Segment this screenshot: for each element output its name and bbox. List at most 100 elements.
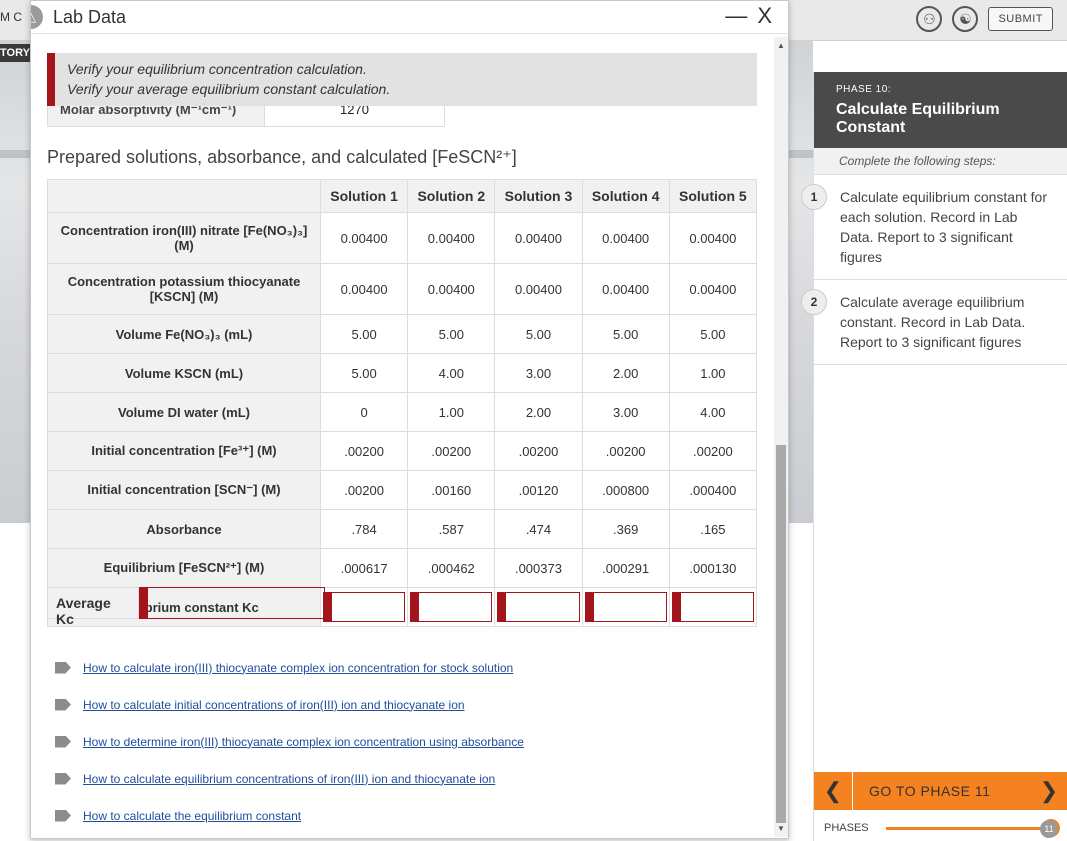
table-cell: .00200 [494,431,583,471]
phase-instructions: Complete the following steps: [814,148,1067,175]
step-item: 1 Calculate equilibrium constant for eac… [801,175,1067,280]
table-cell: .000800 [581,470,670,510]
table-cell: 1.00 [668,353,757,393]
table-cell: 0.00400 [581,263,670,315]
window-title: Lab Data [53,6,127,27]
column-header: Solution 5 [668,179,757,213]
table-cell: 0.00400 [319,263,409,315]
kc-input[interactable] [584,592,667,622]
table-row: Volume Fe(NO₃)₃ (mL) 5.00 5.00 5.00 5.00 5.00 [47,314,757,354]
table-row: Volume KSCN (mL) 5.00 4.00 3.00 2.00 1.00 [47,353,757,393]
lab-data-window: △ Lab Data — X ▲ ▼ Verify your equilibri… [30,0,789,839]
table-cell: .000617 [319,548,409,588]
help-link-item: How to calculate initial concentrations … [55,686,524,723]
alert-line: Verify your equilibrium concentration ca… [67,61,367,77]
step-text: Calculate equilibrium constant for each … [840,189,1047,265]
row-header: Equilibrium [FeSCN²⁺] (M) [47,548,321,588]
table-cell: 3.00 [494,353,583,393]
table-cell: 0.00400 [407,263,496,315]
help-link[interactable]: How to calculate initial concentrations … [83,698,465,712]
phases-progress-bar: 10 [886,818,1060,837]
column-header: Solution 2 [407,179,496,213]
tag-icon [55,698,71,711]
previous-phase-button[interactable]: ❮ [814,772,853,810]
table-cell: 5.00 [581,314,670,354]
kc-input-cell [668,587,757,627]
row-header: Initial concentration [SCN⁻] (M) [47,470,321,510]
average-kc-row: Average Kc [47,587,325,627]
next-phase-button[interactable]: ❯ [1030,772,1067,810]
table-cell: .00200 [319,470,409,510]
table-cell: .000373 [494,548,583,588]
tag-icon [55,809,71,822]
table-row: Initial concentration [Fe³⁺] (M) .00200 .0… [47,431,757,471]
table-cell: .00160 [407,470,496,510]
help-link[interactable]: How to calculate iron(III) thiocyanate c… [83,661,513,675]
globe-icon[interactable]: ☯ [952,6,979,32]
help-link[interactable]: How to determine iron(III) thiocyanate c… [83,735,524,749]
phase-navigation: ❮ GO TO PHASE 11 ❯ [814,772,1067,810]
average-kc-input[interactable] [139,587,325,619]
column-header: Solution 1 [319,179,409,213]
table-cell: 0.00400 [668,212,757,264]
help-link-item: How to calculate the equilibrium constan… [55,797,524,834]
table-row: Equilibrium [FeSCN²⁺] (M) .000617.000462.… [47,548,757,588]
table-cell: .000462 [407,548,496,588]
accessibility-icon[interactable]: ⚇ [916,6,943,32]
window-title-bar[interactable]: △ Lab Data — X [31,1,788,34]
table-row: Initial concentration [SCN⁻] (M) .00200.0… [47,470,757,510]
help-links: How to calculate iron(III) thiocyanate c… [55,649,524,834]
table-cell: 4.00 [668,392,757,432]
table-cell: 0.00400 [494,263,583,315]
vertical-scrollbar[interactable]: ▲ ▼ [774,37,788,837]
kc-input-cell [494,587,583,627]
table-cell: 0.00400 [407,212,496,264]
table-cell: 5.00 [668,314,757,354]
phase-title: Calculate Equilibrium Constant [836,101,1000,136]
app-title-fragment: M C [0,10,22,24]
table-cell: .587 [407,509,496,549]
kc-input-cell [319,587,409,627]
table-row: Volume DI water (mL) 0 1.00 2.00 3.00 4.00 [47,392,757,432]
table-cell: 2.00 [494,392,583,432]
column-header: Solution 4 [581,179,670,213]
kc-input[interactable] [410,592,493,622]
phases-label: PHASES [824,822,869,834]
table-corner [47,179,321,213]
kc-input-cell [581,587,670,627]
go-to-next-phase-button[interactable]: GO TO PHASE 11 [853,783,1030,799]
help-link[interactable]: How to calculate the equilibrium constan… [83,809,301,823]
close-window-button[interactable]: — X [725,3,774,29]
story-tab[interactable]: TORY [0,44,32,62]
phases-progress: PHASES 10 11 [814,816,1067,840]
table-cell: 4.00 [407,353,496,393]
table-cell: 1.00 [407,392,496,432]
kc-input-cell [407,587,496,627]
alert-line: Verify your average equilibrium constant… [67,81,391,97]
table-cell: 5.00 [494,314,583,354]
table-cell: .165 [668,509,757,549]
phase-number: PHASE 10: [836,84,892,95]
step-item: 2 Calculate average equilibrium constant… [801,280,1067,365]
table-cell: 5.00 [319,314,409,354]
help-link-item: How to calculate equilibrium concentrati… [55,760,524,797]
scrollbar-thumb[interactable] [776,445,786,823]
scroll-up-arrow-icon[interactable]: ▲ [777,41,785,50]
kc-input[interactable] [671,592,754,622]
column-header: Solution 3 [494,179,583,213]
scroll-down-arrow-icon[interactable]: ▼ [777,824,785,833]
submit-button[interactable]: SUBMIT [988,7,1053,31]
total-phases-indicator: 11 [1040,820,1058,838]
table-cell: .000291 [581,548,670,588]
kc-input[interactable] [497,592,580,622]
table-cell: 0.00400 [494,212,583,264]
help-link[interactable]: How to calculate equilibrium concentrati… [83,772,495,786]
kc-input[interactable] [323,592,406,622]
flask-icon: △ [31,5,43,29]
table-cell: 5.00 [407,314,496,354]
tag-icon [55,661,71,674]
table-cell: 3.00 [581,392,670,432]
row-header: Initial concentration [Fe³⁺] (M) [47,431,321,471]
table-cell: .00120 [494,470,583,510]
table-cell: .00200 [668,431,757,471]
